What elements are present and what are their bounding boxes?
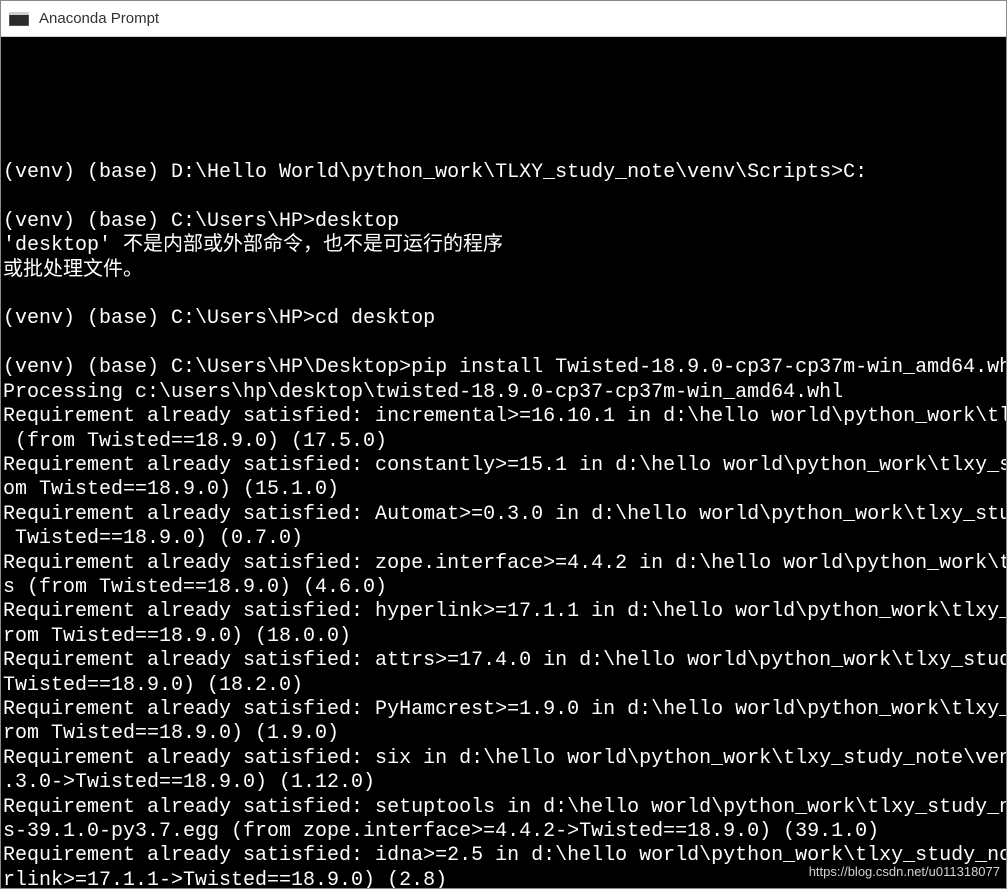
terminal-window: Anaconda Prompt (venv) (base) D:\Hello W…: [0, 0, 1007, 889]
terminal-line: (venv) (base) C:\Users\HP>cd desktop: [3, 307, 1006, 331]
terminal-icon: [9, 11, 29, 27]
terminal-line: s-39.1.0-py3.7.egg (from zope.interface>…: [3, 820, 1006, 844]
terminal-line: Requirement already satisfied: zope.inte…: [3, 552, 1006, 576]
terminal-line: Processing c:\users\hp\desktop\twisted-1…: [3, 381, 1006, 405]
terminal-line: Twisted==18.9.0) (18.2.0): [3, 674, 1006, 698]
terminal-line: (from Twisted==18.9.0) (17.5.0): [3, 430, 1006, 454]
terminal-line: Twisted==18.9.0) (0.7.0): [3, 527, 1006, 551]
terminal-line: Requirement already satisfied: PyHamcres…: [3, 698, 1006, 722]
terminal-line: [3, 332, 1006, 356]
terminal-line: (venv) (base) C:\Users\HP\Desktop>pip in…: [3, 356, 1006, 380]
terminal-line: Requirement already satisfied: hyperlink…: [3, 600, 1006, 624]
terminal-line: [3, 185, 1006, 209]
titlebar[interactable]: Anaconda Prompt: [1, 1, 1006, 37]
watermark: https://blog.csdn.net/u011318077: [809, 860, 1000, 884]
terminal-line: .3.0->Twisted==18.9.0) (1.12.0): [3, 771, 1006, 795]
window-title: Anaconda Prompt: [39, 10, 159, 27]
terminal-line: (venv) (base) D:\Hello World\python_work…: [3, 161, 1006, 185]
terminal-line: [3, 137, 1006, 161]
terminal-line: 'desktop' 不是内部或外部命令，也不是可运行的程序: [3, 234, 1006, 258]
terminal-line: om Twisted==18.9.0) (15.1.0): [3, 478, 1006, 502]
terminal-line: s (from Twisted==18.9.0) (4.6.0): [3, 576, 1006, 600]
terminal-line: rom Twisted==18.9.0) (1.9.0): [3, 722, 1006, 746]
terminal-line: [3, 283, 1006, 307]
terminal-line: Requirement already satisfied: attrs>=17…: [3, 649, 1006, 673]
terminal-line: Requirement already satisfied: constantl…: [3, 454, 1006, 478]
terminal-line: (venv) (base) C:\Users\HP>desktop: [3, 210, 1006, 234]
terminal-line: Requirement already satisfied: Automat>=…: [3, 503, 1006, 527]
terminal-area[interactable]: (venv) (base) D:\Hello World\python_work…: [1, 37, 1006, 888]
terminal-line: 或批处理文件。: [3, 259, 1006, 283]
terminal-output: (venv) (base) D:\Hello World\python_work…: [1, 86, 1006, 888]
terminal-line: Requirement already satisfied: increment…: [3, 405, 1006, 429]
terminal-line: Requirement already satisfied: six in d:…: [3, 747, 1006, 771]
terminal-line: rom Twisted==18.9.0) (18.0.0): [3, 625, 1006, 649]
terminal-line: Requirement already satisfied: setuptool…: [3, 796, 1006, 820]
